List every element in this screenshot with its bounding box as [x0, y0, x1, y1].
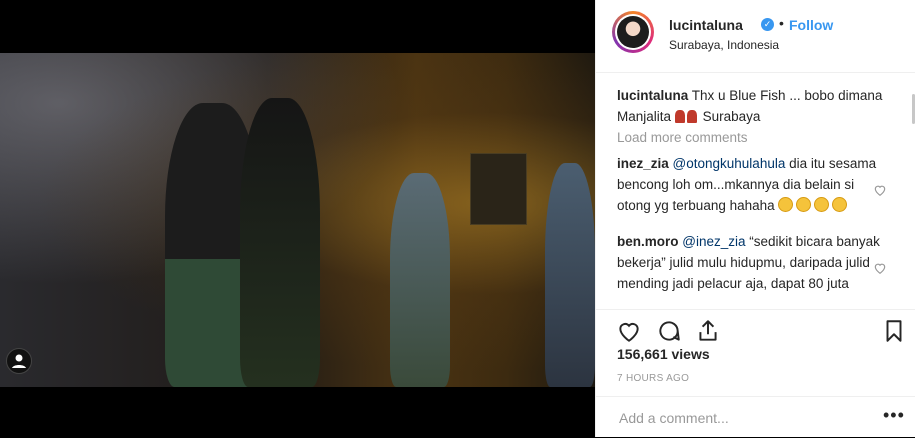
- media-panel: [0, 0, 595, 437]
- performer-woman: [240, 98, 320, 387]
- emoji-row: [778, 195, 850, 216]
- comment-icon[interactable]: [656, 318, 682, 344]
- location-link[interactable]: Surabaya, Indonesia: [669, 38, 779, 52]
- caption-text-end: Surabaya: [702, 109, 761, 124]
- bookmark-icon[interactable]: [881, 318, 907, 344]
- add-comment-bar: •••: [596, 396, 915, 438]
- video-player[interactable]: [0, 53, 595, 387]
- view-count[interactable]: 156,661 views: [617, 346, 710, 362]
- like-comment-icon[interactable]: [873, 183, 887, 197]
- load-more-comments[interactable]: Load more comments: [617, 130, 748, 145]
- list-item: ben.moro @inez_zia “sedikit bicara banya…: [617, 231, 887, 294]
- post-header: lucintaluna ✓ • Follow Surabaya, Indones…: [596, 0, 915, 73]
- post-sidebar: lucintaluna ✓ • Follow Surabaya, Indones…: [595, 0, 915, 437]
- caption: lucintaluna Thx u Blue Fish ... bobo dim…: [617, 85, 887, 127]
- laughing-emoji-icon: [814, 197, 830, 212]
- share-icon[interactable]: [695, 318, 721, 344]
- list-item: inez_zia @otongkuhulahula dia itu sesama…: [617, 153, 887, 216]
- laughing-emoji-icon: [796, 197, 812, 212]
- comment-mention[interactable]: @inez_zia: [682, 234, 745, 249]
- band-member: [390, 173, 450, 387]
- more-options-button[interactable]: •••: [883, 405, 905, 426]
- comment-input[interactable]: [617, 407, 861, 429]
- caption-username[interactable]: lucintaluna: [617, 88, 688, 103]
- follow-button[interactable]: Follow: [789, 17, 833, 33]
- separator-dot: •: [779, 15, 784, 31]
- surprised-emoji-icon: [832, 197, 848, 212]
- couple-emoji-icon: [674, 110, 685, 123]
- laughing-emoji-icon: [778, 197, 794, 212]
- comments-list: lucintaluna Thx u Blue Fish ... bobo dim…: [596, 73, 915, 309]
- action-bar: [596, 309, 915, 350]
- comment-username[interactable]: ben.moro: [617, 234, 679, 249]
- verified-badge-icon: ✓: [761, 18, 774, 31]
- like-comment-icon[interactable]: [873, 261, 887, 275]
- timestamp[interactable]: 7 HOURS AGO: [617, 373, 689, 384]
- comment-username[interactable]: inez_zia: [617, 156, 669, 171]
- comment-mention[interactable]: @otongkuhulahula: [673, 156, 786, 171]
- band-member: [545, 163, 595, 387]
- couple-emoji-icon: [686, 110, 697, 123]
- avatar[interactable]: [612, 11, 654, 53]
- speaker: [470, 153, 527, 225]
- heart-icon[interactable]: [616, 318, 642, 344]
- username-link[interactable]: lucintaluna: [669, 17, 743, 33]
- user-tag-icon[interactable]: [6, 348, 32, 374]
